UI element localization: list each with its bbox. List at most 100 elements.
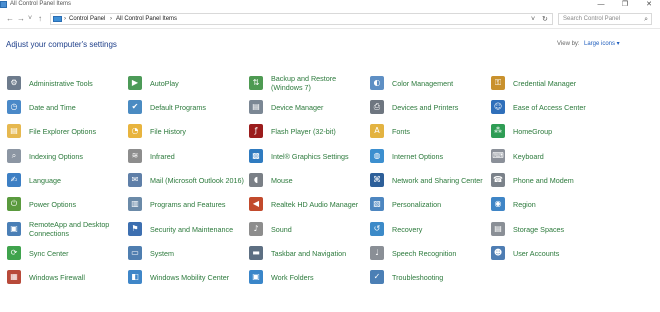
item-fonts[interactable]: A Fonts: [370, 120, 488, 142]
work-folders-icon: ▣: [249, 270, 263, 284]
item-label: Mouse: [271, 175, 293, 185]
item-label: Sound: [271, 224, 292, 234]
item-label: System: [150, 248, 174, 258]
item-label: Network and Sharing Center: [392, 175, 483, 185]
item-flash-player-32-bit[interactable]: ƒ Flash Player (32-bit): [249, 120, 367, 142]
item-label: Backup and Restore (Windows 7): [271, 74, 337, 92]
item-label: Flash Player (32-bit): [271, 126, 336, 136]
language-icon: ✍: [7, 173, 21, 187]
item-mail-microsoft-outlook-2016[interactable]: ✉ Mail (Microsoft Outlook 2016): [128, 169, 246, 191]
item-storage-spaces[interactable]: ▤ Storage Spaces: [491, 218, 609, 240]
item-language[interactable]: ✍ Language: [7, 169, 125, 191]
item-mouse[interactable]: ◖ Mouse: [249, 169, 367, 191]
item-color-management[interactable]: ◐ Color Management: [370, 72, 488, 94]
internet-icon: ◍: [370, 149, 384, 163]
device-manager-icon: ▤: [249, 100, 263, 114]
recovery-icon: ↺: [370, 222, 384, 236]
item-indexing-options[interactable]: ⌕ Indexing Options: [7, 145, 125, 167]
breadcrumb-control-panel[interactable]: Control Panel: [69, 15, 105, 24]
item-system[interactable]: ▭ System: [128, 242, 246, 264]
storage-icon: ▤: [491, 222, 505, 236]
programs-icon: ▥: [128, 197, 142, 211]
back-arrow-icon[interactable]: ←: [6, 13, 14, 25]
item-windows-firewall[interactable]: ▦ Windows Firewall: [7, 266, 125, 288]
item-default-programs[interactable]: ✔ Default Programs: [128, 96, 246, 118]
item-device-manager[interactable]: ▤ Device Manager: [249, 96, 367, 118]
item-region[interactable]: ◉ Region: [491, 193, 609, 215]
mouse-icon: ◖: [249, 173, 263, 187]
indexing-icon: ⌕: [7, 149, 21, 163]
item-troubleshooting[interactable]: ✓ Troubleshooting: [370, 266, 488, 288]
item-file-explorer-options[interactable]: ▤ File Explorer Options: [7, 120, 125, 142]
item-autoplay[interactable]: ▶ AutoPlay: [128, 72, 246, 94]
recent-locations-chevron-icon[interactable]: ˅: [28, 13, 32, 25]
item-personalization[interactable]: ▧ Personalization: [370, 193, 488, 215]
control-panel-folder-icon: [53, 16, 62, 22]
region-icon: ◉: [491, 197, 505, 211]
item-windows-mobility-center[interactable]: ◧ Windows Mobility Center: [128, 266, 246, 288]
item-taskbar-and-navigation[interactable]: ▬ Taskbar and Navigation: [249, 242, 367, 264]
item-sound[interactable]: ♪ Sound: [249, 218, 367, 240]
item-speech-recognition[interactable]: ♩ Speech Recognition: [370, 242, 488, 264]
item-administrative-tools[interactable]: ⚙ Administrative Tools: [7, 72, 125, 94]
item-realtek-hd-audio-manager[interactable]: ◀ Realtek HD Audio Manager: [249, 193, 367, 215]
item-label: Language: [29, 175, 61, 185]
fonts-icon: A: [370, 124, 384, 138]
infrared-icon: ≋: [128, 149, 142, 163]
item-label: Mail (Microsoft Outlook 2016): [150, 175, 244, 185]
item-label: Storage Spaces: [513, 224, 565, 234]
item-label: Sync Center: [29, 248, 69, 258]
item-user-accounts[interactable]: ☻ User Accounts: [491, 242, 609, 264]
search-box[interactable]: Search Control Panel ⌕: [558, 13, 652, 25]
item-label: Troubleshooting: [392, 272, 444, 282]
item-file-history[interactable]: ◔ File History: [128, 120, 246, 142]
close-button[interactable]: ✕: [638, 0, 660, 9]
item-sync-center[interactable]: ⟳ Sync Center: [7, 242, 125, 264]
item-security-and-maintenance[interactable]: ⚑ Security and Maintenance: [128, 218, 246, 240]
tools-icon: ⚙: [7, 76, 21, 90]
backup-icon: ⇅: [249, 76, 263, 90]
address-dropdown-icon[interactable]: ˅: [531, 15, 535, 24]
view-by-dropdown[interactable]: Large icons ▾: [584, 40, 620, 49]
credential-icon: ⚿: [491, 76, 505, 90]
item-backup-and-restore-windows-7[interactable]: ⇅ Backup and Restore (Windows 7): [249, 72, 367, 94]
item-label: Date and Time: [29, 102, 76, 112]
item-keyboard[interactable]: ⌨ Keyboard: [491, 145, 609, 167]
color-management-icon: ◐: [370, 76, 384, 90]
item-ease-of-access-center[interactable]: ☺ Ease of Access Center: [491, 96, 609, 118]
item-internet-options[interactable]: ◍ Internet Options: [370, 145, 488, 167]
minimize-button[interactable]: —: [590, 0, 612, 9]
folder-options-icon: ▤: [7, 124, 21, 138]
maximize-button[interactable]: ❐: [614, 0, 636, 9]
item-intel-graphics-settings[interactable]: ▩ Intel® Graphics Settings: [249, 145, 367, 167]
search-input[interactable]: Search Control Panel: [563, 15, 620, 24]
item-programs-and-features[interactable]: ▥ Programs and Features: [128, 193, 246, 215]
page-title: Adjust your computer's settings: [6, 40, 117, 49]
item-label: RemoteApp and Desktop Connections: [29, 220, 110, 238]
item-label: User Accounts: [513, 248, 560, 258]
item-recovery[interactable]: ↺ Recovery: [370, 218, 488, 240]
item-date-and-time[interactable]: ◷ Date and Time: [7, 96, 125, 118]
item-network-and-sharing-center[interactable]: ⌘ Network and Sharing Center: [370, 169, 488, 191]
item-phone-and-modem[interactable]: ☎ Phone and Modem: [491, 169, 609, 191]
item-credential-manager[interactable]: ⚿ Credential Manager: [491, 72, 609, 94]
mail-icon: ✉: [128, 173, 142, 187]
speaker-icon: ◀: [249, 197, 263, 211]
item-label: Windows Firewall: [29, 272, 85, 282]
breadcrumb-separator-icon[interactable]: ›: [110, 15, 112, 24]
address-field[interactable]: › Control Panel › All Control Panel Item…: [50, 13, 553, 25]
intel-graphics-icon: ▩: [249, 149, 263, 163]
search-icon[interactable]: ⌕: [644, 15, 648, 24]
breadcrumb-separator-icon[interactable]: ›: [64, 15, 66, 24]
item-work-folders[interactable]: ▣ Work Folders: [249, 266, 367, 288]
breadcrumb-all-items[interactable]: All Control Panel Items: [116, 15, 177, 24]
item-remoteapp-and-desktop-connections[interactable]: ▣ RemoteApp and Desktop Connections: [7, 218, 125, 240]
refresh-icon[interactable]: ↻: [542, 15, 548, 24]
item-devices-and-printers[interactable]: ⎙ Devices and Printers: [370, 96, 488, 118]
forward-arrow-icon[interactable]: →: [17, 13, 25, 25]
item-homegroup[interactable]: ⁂ HomeGroup: [491, 120, 609, 142]
item-power-options[interactable]: ⏻ Power Options: [7, 193, 125, 215]
up-arrow-icon[interactable]: ↑: [38, 13, 42, 25]
item-infrared[interactable]: ≋ Infrared: [128, 145, 246, 167]
item-label: Keyboard: [513, 151, 544, 161]
